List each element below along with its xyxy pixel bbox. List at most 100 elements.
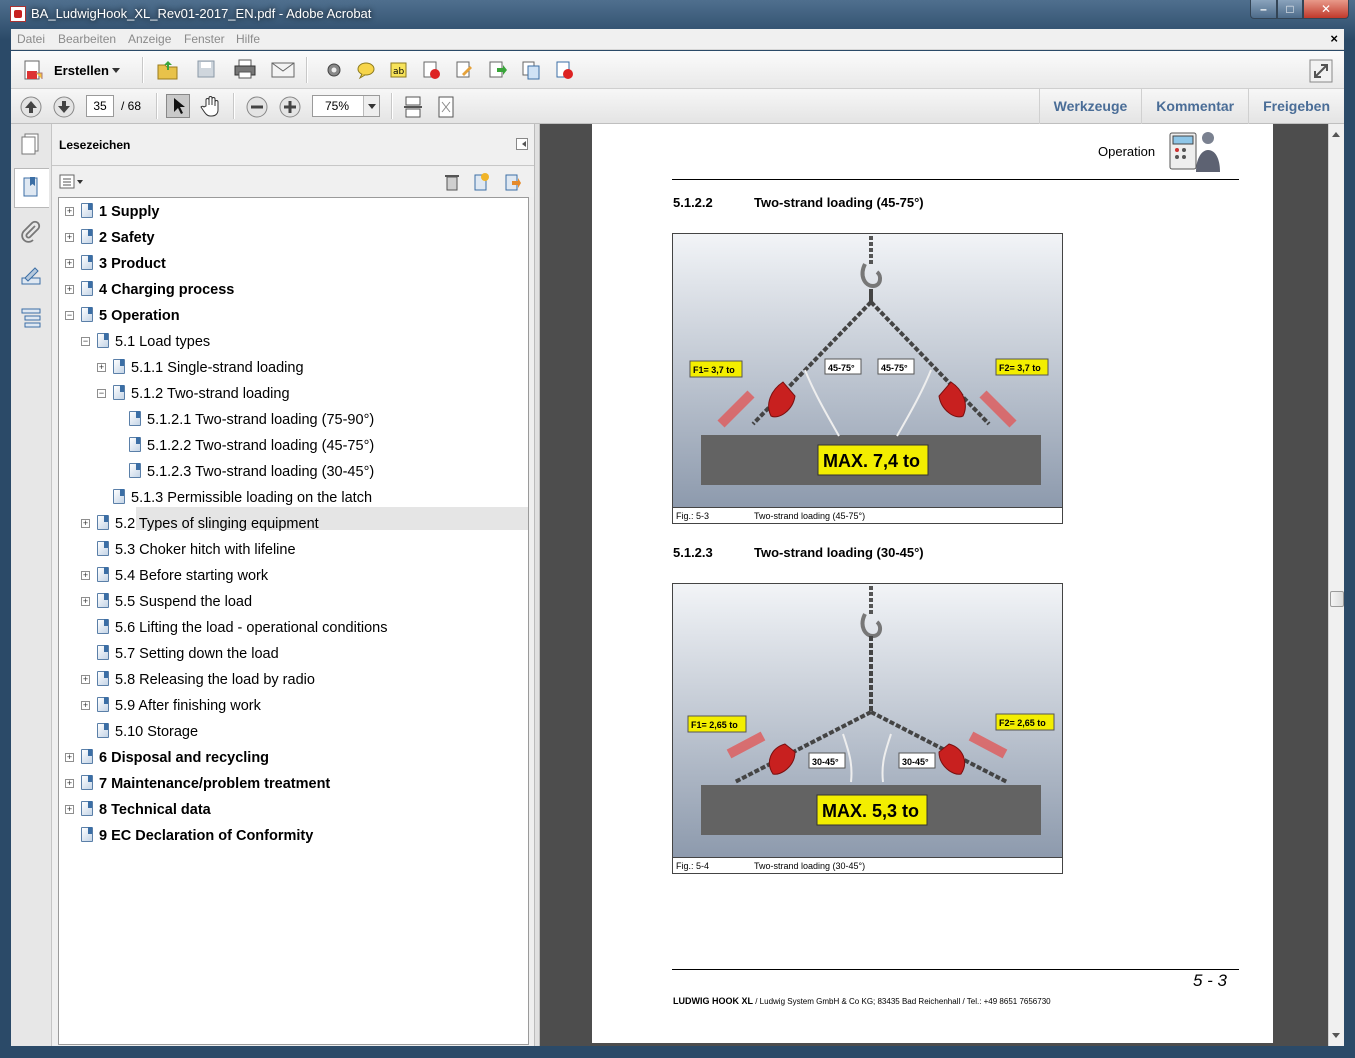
email-icon[interactable] (271, 60, 295, 80)
send-icon[interactable] (554, 60, 574, 80)
bookmark-item[interactable]: +8 Technical data (59, 798, 527, 822)
page-thumbnails-icon[interactable] (19, 132, 43, 156)
bookmark-item[interactable]: 5.6 Lifting the load - operational condi… (59, 616, 527, 640)
attachments-icon[interactable] (19, 220, 43, 244)
bookmark-item[interactable]: − 5 Operation (59, 304, 527, 328)
previous-page-icon[interactable] (20, 96, 42, 118)
bookmark-item[interactable]: +5.5 Suspend the load (59, 590, 527, 614)
create-button[interactable]: Erstellen (54, 63, 109, 78)
expand-toggle-icon[interactable]: + (65, 285, 74, 294)
select-tool-icon[interactable] (166, 94, 190, 118)
bookmark-item[interactable]: 9 EC Declaration of Conformity (59, 824, 527, 848)
bookmark-label: 5.2 Types of slinging equipment (115, 516, 319, 532)
signatures-icon[interactable] (19, 264, 43, 288)
expand-toggle-icon[interactable]: + (65, 779, 74, 788)
bookmark-item[interactable]: +5.1.1 Single-strand loading (59, 356, 527, 380)
scroll-down-icon[interactable] (1332, 1033, 1340, 1042)
menu-fenster[interactable]: Fenster (184, 32, 225, 46)
save-icon[interactable] (196, 59, 216, 79)
bookmark-item[interactable]: − 5.1 Load types (59, 330, 527, 354)
bookmark-item[interactable]: 5.3 Choker hitch with lifeline (59, 538, 527, 562)
bookmark-item[interactable]: +1 Supply (59, 200, 527, 224)
bookmark-icon (129, 463, 141, 478)
bookmark-item[interactable]: +6 Disposal and recycling (59, 746, 527, 770)
zoom-in-icon[interactable] (279, 96, 301, 118)
bookmark-icon (81, 203, 93, 218)
comment-icon[interactable] (356, 60, 376, 80)
menu-anzeige[interactable]: Anzeige (128, 32, 171, 46)
bookmark-item[interactable]: 5.7 Setting down the load (59, 642, 527, 666)
fit-page-icon[interactable] (436, 96, 456, 118)
fullscreen-icon[interactable] (1309, 59, 1333, 83)
bookmark-item[interactable]: +5.4 Before starting work (59, 564, 527, 588)
export-icon[interactable] (487, 60, 507, 80)
scrollbar-thumb[interactable] (1330, 591, 1344, 607)
gear-icon[interactable] (324, 60, 344, 80)
bookmark-item[interactable]: +4 Charging process (59, 278, 527, 302)
hand-tool-icon[interactable] (199, 94, 223, 118)
delete-page-icon[interactable] (421, 60, 441, 80)
bookmark-item[interactable]: 5.10 Storage (59, 720, 527, 744)
layers-icon[interactable] (19, 306, 43, 330)
combine-icon[interactable] (521, 60, 541, 80)
bookmark-item[interactable]: 5.1.3 Permissible loading on the latch (59, 486, 527, 510)
bookmark-icon (23, 177, 38, 197)
expand-toggle-icon[interactable]: + (81, 571, 90, 580)
close-window-button[interactable]: ✕ (1303, 0, 1349, 19)
expand-toggle-icon[interactable]: + (65, 259, 74, 268)
minimize-button[interactable]: – (1250, 0, 1277, 19)
menu-bearbeiten[interactable]: Bearbeiten (58, 32, 116, 46)
highlight-icon[interactable]: ab (389, 60, 409, 80)
expand-bookmark-icon[interactable] (503, 172, 521, 192)
bookmark-item[interactable]: 5.1.2.3 Two-strand loading (30-45°) (59, 460, 527, 484)
expand-toggle-icon[interactable]: + (65, 233, 74, 242)
bookmark-item[interactable]: +3 Product (59, 252, 527, 276)
options-menu-icon[interactable] (59, 174, 85, 190)
bookmark-label: 6 Disposal and recycling (99, 750, 270, 766)
expand-toggle-icon[interactable]: + (65, 207, 74, 216)
delete-bookmark-icon[interactable] (444, 173, 460, 191)
expand-toggle-icon[interactable]: + (65, 753, 74, 762)
bookmark-item[interactable]: +5.9 After finishing work (59, 694, 527, 718)
collapse-toggle-icon[interactable]: − (81, 337, 90, 346)
sign-icon[interactable] (454, 60, 474, 80)
share-pane-link[interactable]: Freigeben (1248, 89, 1344, 124)
bookmark-item[interactable]: +2 Safety (59, 226, 527, 250)
expand-toggle-icon[interactable]: + (81, 675, 90, 684)
collapse-toggle-icon[interactable]: − (65, 311, 74, 320)
menu-datei[interactable]: Datei (17, 32, 45, 46)
collapse-toggle-icon[interactable]: − (97, 389, 106, 398)
next-page-icon[interactable] (53, 96, 75, 118)
collapse-panel-icon[interactable] (516, 138, 528, 150)
expand-toggle-icon[interactable]: + (65, 805, 74, 814)
menu-hilfe[interactable]: Hilfe (236, 32, 260, 46)
scroll-mode-icon[interactable] (403, 96, 423, 118)
expand-toggle-icon[interactable]: + (81, 519, 90, 528)
open-folder-icon[interactable] (156, 59, 180, 81)
bookmark-item[interactable]: 5.1.2.2 Two-strand loading (45-75°) (59, 434, 527, 458)
bookmark-item[interactable]: +7 Maintenance/problem treatment (59, 772, 527, 796)
maximize-button[interactable]: □ (1277, 0, 1303, 19)
bookmark-item[interactable]: 5.1.2.1 Two-strand loading (75-90°) (59, 408, 527, 432)
bookmark-icon (97, 671, 109, 686)
print-icon[interactable] (233, 59, 257, 79)
comment-pane-link[interactable]: Kommentar (1141, 89, 1248, 124)
expand-toggle-icon[interactable]: + (97, 363, 106, 372)
expand-toggle-icon[interactable]: + (81, 701, 90, 710)
zoom-level-select[interactable]: 75% (312, 95, 380, 117)
create-dropdown-icon[interactable] (112, 68, 120, 77)
vertical-scrollbar[interactable] (1328, 124, 1344, 1046)
bookmark-item[interactable]: +5.2 Types of slinging equipment (59, 512, 527, 536)
create-pdf-icon[interactable] (22, 59, 46, 83)
bookmark-icon (81, 229, 93, 244)
scroll-up-icon[interactable] (1332, 128, 1340, 137)
chevron-down-icon[interactable] (363, 96, 379, 116)
bookmark-item[interactable]: − 5.1.2 Two-strand loading (59, 382, 527, 406)
new-bookmark-icon[interactable] (472, 172, 490, 192)
close-document-icon[interactable]: × (1330, 31, 1338, 46)
expand-toggle-icon[interactable]: + (81, 597, 90, 606)
zoom-out-icon[interactable] (246, 96, 268, 118)
tools-pane-link[interactable]: Werkzeuge (1038, 89, 1142, 124)
bookmark-item[interactable]: +5.8 Releasing the load by radio (59, 668, 527, 692)
page-number-input[interactable]: 35 (86, 95, 114, 117)
